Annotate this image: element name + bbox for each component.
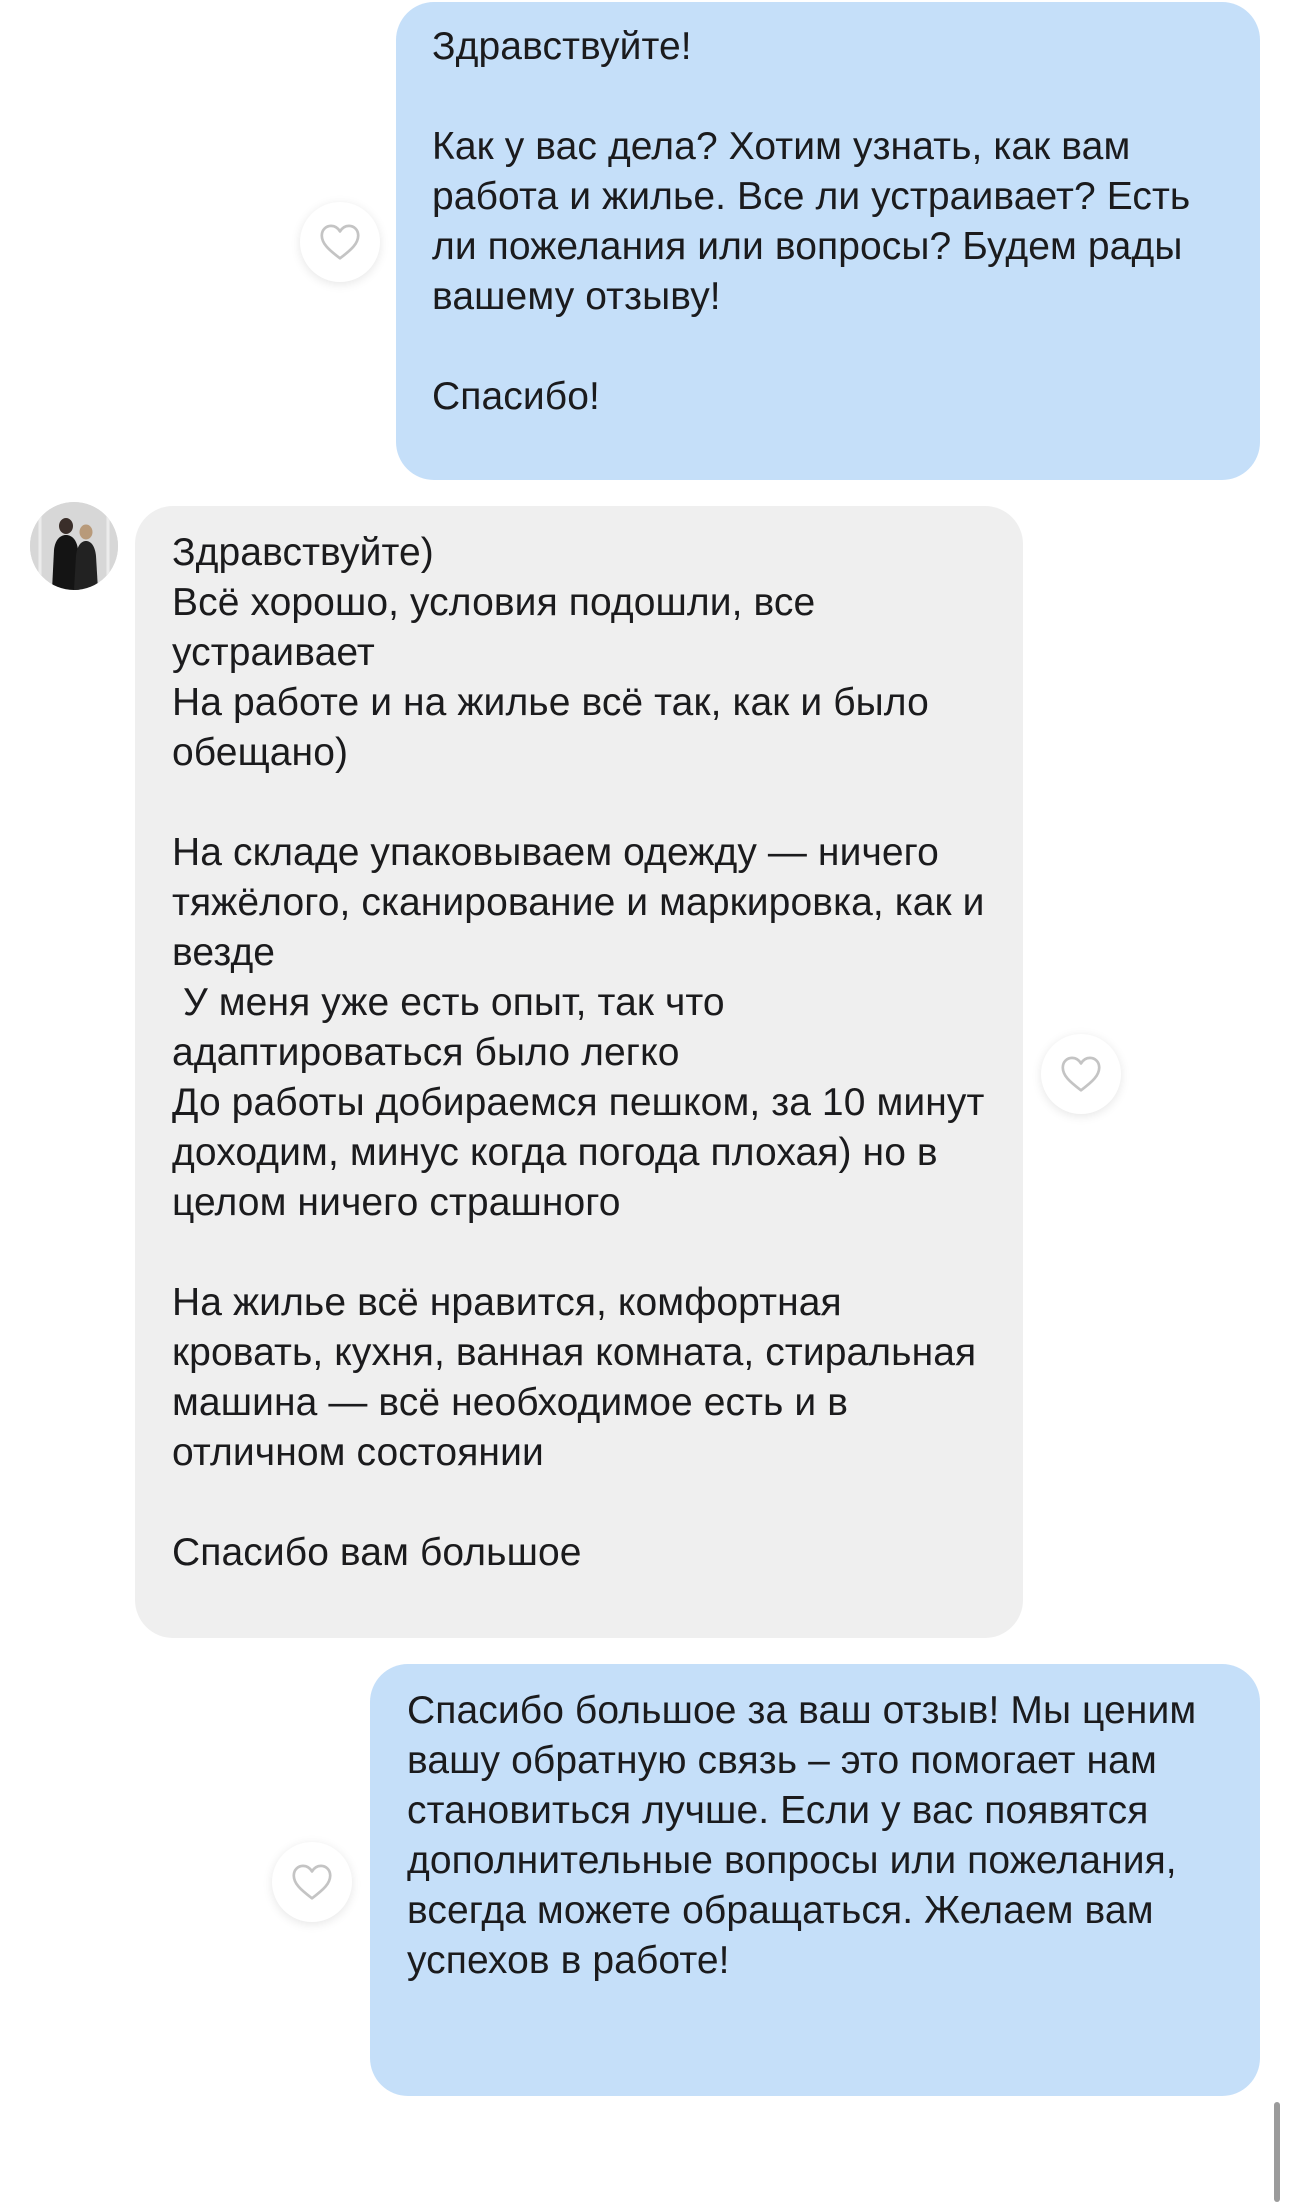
like-button[interactable] bbox=[300, 202, 380, 282]
contact-avatar[interactable] bbox=[30, 502, 118, 590]
incoming-message-bubble[interactable]: Здравствуйте) Всё хорошо, условия подошл… bbox=[135, 506, 1023, 1638]
like-button[interactable] bbox=[272, 1842, 352, 1922]
chat-thread: Здравствуйте! Как у вас дела? Хотим узна… bbox=[0, 0, 1290, 2207]
user-avatar-photo bbox=[30, 502, 118, 590]
heart-outline-icon bbox=[1061, 1056, 1101, 1092]
scrollbar[interactable] bbox=[1274, 2102, 1280, 2202]
heart-outline-icon bbox=[320, 224, 360, 260]
outgoing-message-bubble[interactable]: Здравствуйте! Как у вас дела? Хотим узна… bbox=[396, 2, 1260, 480]
like-button[interactable] bbox=[1041, 1034, 1121, 1114]
heart-outline-icon bbox=[292, 1864, 332, 1900]
outgoing-message-bubble[interactable]: Спасибо большое за ваш отзыв! Мы ценим в… bbox=[370, 1664, 1260, 2096]
